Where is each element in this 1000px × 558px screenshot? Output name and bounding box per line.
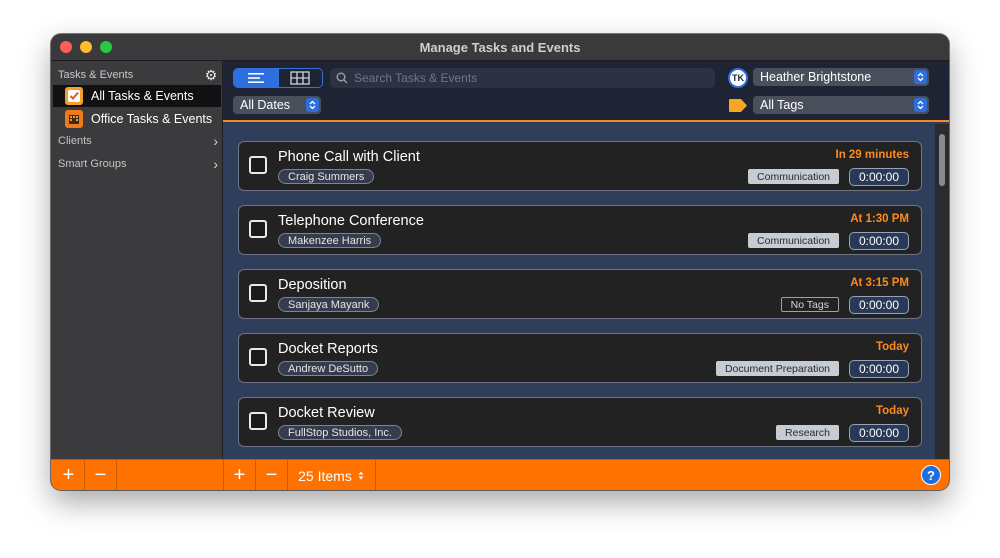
sidebar-header-label: Tasks & Events	[58, 69, 134, 81]
task-card[interactable]: Telephone Conference Makenzee Harris At …	[238, 205, 922, 255]
task-tag: Research	[776, 425, 839, 440]
remove-task-button[interactable]: −	[256, 460, 288, 490]
task-due-label: At 1:30 PM	[850, 213, 909, 225]
remove-group-button[interactable]: −	[85, 460, 117, 490]
search-field	[330, 68, 715, 88]
close-button[interactable]	[60, 41, 72, 53]
title-bar: Manage Tasks and Events	[51, 34, 949, 61]
items-count-select[interactable]: 25 Items	[288, 460, 376, 490]
task-due-label: Today	[875, 405, 909, 417]
sidebar-group-clients[interactable]: Clients ›	[58, 132, 218, 150]
task-timer-button[interactable]: 0:00:00	[849, 360, 909, 378]
sidebar-group-smart-groups[interactable]: Smart Groups ›	[58, 155, 218, 173]
sidebar-header: Tasks & Events ⚙	[58, 67, 218, 83]
help-button[interactable]: ?	[921, 465, 941, 485]
user-avatar-badge: TK	[728, 68, 748, 88]
view-mode-segmented-control	[233, 68, 323, 88]
tags-filter-select[interactable]: All Tags	[753, 96, 929, 114]
task-title: Deposition	[278, 277, 347, 293]
sidebar-item-office-tasks[interactable]: Office Tasks & Events	[53, 108, 221, 130]
task-title: Phone Call with Client	[278, 149, 420, 165]
task-title: Docket Review	[278, 405, 375, 421]
chevron-right-icon: ›	[213, 156, 218, 172]
add-group-button[interactable]: +	[53, 460, 85, 490]
task-card[interactable]: Docket Reports Andrew DeSutto Today Docu…	[238, 333, 922, 383]
main-panel: TK Heather Brightstone All Dates All Tag…	[223, 61, 949, 459]
grid-view-button[interactable]	[277, 69, 322, 87]
window-title: Manage Tasks and Events	[419, 39, 581, 55]
task-list-scrollbar[interactable]	[935, 124, 949, 459]
dates-filter-select[interactable]: All Dates	[233, 96, 321, 114]
list-view-icon	[247, 73, 264, 83]
search-icon	[336, 72, 348, 84]
sidebar-group-label: Smart Groups	[58, 158, 127, 170]
task-tag: No Tags	[780, 297, 839, 312]
task-due-label: At 3:15 PM	[850, 277, 909, 289]
task-person-pill: Makenzee Harris	[278, 233, 382, 248]
task-due-label: Today	[875, 341, 909, 353]
gear-icon[interactable]: ⚙	[204, 68, 218, 82]
task-title: Docket Reports	[278, 341, 378, 357]
sidebar: Tasks & Events ⚙ All Tasks & Events Offi…	[51, 61, 223, 459]
popup-arrows-icon	[306, 98, 319, 112]
task-person-pill: Craig Summers	[278, 169, 375, 184]
minimize-button[interactable]	[80, 41, 92, 53]
task-card[interactable]: Docket Review FullStop Studios, Inc. Tod…	[238, 397, 922, 447]
search-input[interactable]	[354, 71, 694, 85]
sidebar-item-label: All Tasks & Events	[91, 89, 194, 103]
bottom-bar: + − + − 25 Items ?	[51, 459, 949, 490]
task-timer-button[interactable]: 0:00:00	[849, 424, 909, 442]
task-timer-button[interactable]: 0:00:00	[849, 232, 909, 250]
office-icon	[65, 110, 83, 128]
task-list: Phone Call with Client Craig Summers In …	[223, 124, 949, 459]
items-count-label: 25 Items	[298, 467, 352, 484]
task-checkbox[interactable]	[249, 156, 267, 174]
toolbar: TK Heather Brightstone All Dates All Tag…	[223, 61, 949, 122]
task-person-pill: Andrew DeSutto	[278, 361, 379, 376]
task-person-pill: Sanjaya Mayank	[278, 297, 380, 312]
user-select-value: Heather Brightstone	[760, 70, 872, 84]
sidebar-item-all-tasks[interactable]: All Tasks & Events	[53, 85, 221, 107]
tags-filter-value: All Tags	[760, 98, 804, 112]
dates-filter-value: All Dates	[240, 98, 291, 112]
checkmark-icon	[65, 87, 83, 105]
task-card[interactable]: Phone Call with Client Craig Summers In …	[238, 141, 922, 191]
app-window: Manage Tasks and Events Tasks & Events ⚙…	[51, 34, 949, 490]
task-checkbox[interactable]	[249, 348, 267, 366]
scroll-thumb[interactable]	[939, 134, 945, 186]
window-controls	[60, 41, 112, 53]
task-checkbox[interactable]	[249, 412, 267, 430]
task-card[interactable]: Deposition Sanjaya Mayank At 3:15 PM No …	[238, 269, 922, 319]
up-down-arrows-icon	[358, 471, 364, 480]
task-title: Telephone Conference	[278, 213, 424, 229]
zoom-button[interactable]	[100, 41, 112, 53]
task-checkbox[interactable]	[249, 220, 267, 238]
task-tag: Communication	[748, 169, 839, 184]
task-due-label: In 29 minutes	[835, 149, 910, 161]
tag-icon	[729, 99, 747, 112]
add-task-button[interactable]: +	[224, 460, 256, 490]
task-checkbox[interactable]	[249, 284, 267, 302]
sidebar-group-label: Clients	[58, 135, 92, 147]
list-view-button[interactable]	[234, 69, 278, 87]
sidebar-item-label: Office Tasks & Events	[91, 112, 213, 126]
task-tag: Communication	[748, 233, 839, 248]
popup-arrows-icon	[914, 70, 927, 84]
task-tag: Document Preparation	[715, 361, 839, 376]
popup-arrows-icon	[914, 98, 927, 112]
chevron-right-icon: ›	[213, 133, 218, 149]
task-timer-button[interactable]: 0:00:00	[849, 296, 909, 314]
task-person-pill: FullStop Studios, Inc.	[278, 425, 402, 440]
user-select[interactable]: Heather Brightstone	[753, 68, 929, 86]
grid-view-icon	[290, 71, 311, 85]
task-timer-button[interactable]: 0:00:00	[849, 168, 909, 186]
